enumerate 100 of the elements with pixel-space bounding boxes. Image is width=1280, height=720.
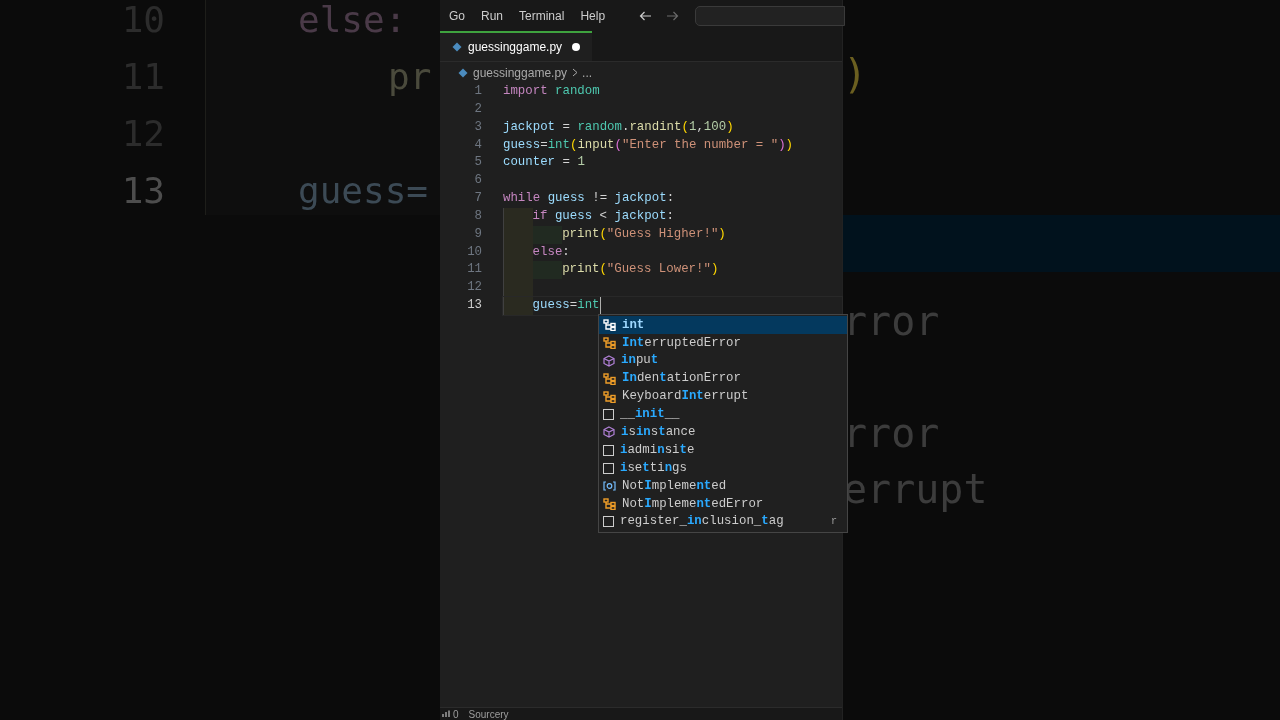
code-token: ( (614, 136, 622, 154)
code-token: ( (599, 225, 607, 243)
code-token: jackpot (614, 207, 667, 225)
code-token: ) (778, 136, 786, 154)
code-token: guess (503, 136, 541, 154)
code-token: "Guess Lower!" (606, 261, 711, 279)
menu-item[interactable]: Run (481, 6, 504, 25)
suggestion-item[interactable]: input (599, 351, 847, 370)
menu-item[interactable]: Terminal (519, 6, 565, 25)
code-token: import (503, 83, 549, 100)
line-number: 6 (474, 172, 482, 190)
suggestion-item[interactable]: register_inclusion_tag r (599, 512, 847, 531)
suggestion-item[interactable]: iadminsite (599, 441, 847, 460)
suggestion-item[interactable]: IndentationError (599, 369, 847, 388)
square-icon (603, 462, 614, 474)
code-token: ) (726, 118, 734, 136)
code-token: int (547, 136, 570, 154)
code-token: jackpot (614, 190, 667, 208)
code-token: ( (599, 261, 607, 279)
cube-icon (603, 354, 615, 367)
square-icon (603, 408, 614, 420)
code-token: ( (569, 136, 578, 154)
code-token: < (598, 207, 608, 225)
code-token: int (577, 297, 600, 315)
line-number: 13 (467, 297, 482, 315)
suggestion-item[interactable]: KeyboardInterrupt (599, 387, 847, 406)
suggestion-item[interactable]: isinstance (599, 423, 847, 442)
code-token: : (666, 190, 675, 208)
suggestion-item[interactable]: isettings (599, 459, 847, 477)
code-token: if (532, 207, 549, 225)
cube-icon (603, 426, 615, 439)
code-token: = (561, 118, 571, 136)
code-token: , (696, 118, 704, 136)
line-number: 7 (474, 190, 482, 208)
menu-item[interactable]: Help (580, 6, 606, 25)
square-icon (603, 516, 614, 528)
suggestion-detail: r (831, 515, 837, 530)
class-icon (603, 336, 616, 349)
code-token: "Guess Higher!" (606, 225, 719, 243)
indent-highlight (503, 297, 533, 315)
code-text: else: (298, 0, 407, 40)
line-number: 1 (474, 83, 482, 100)
code-token: : (562, 243, 570, 261)
status-count: 0 (453, 707, 459, 720)
code-token: ) (718, 225, 726, 243)
line-number: 11 (467, 261, 482, 279)
suggestion-item[interactable]: int (599, 316, 847, 334)
code-token: random (577, 118, 622, 136)
signal-icon (442, 710, 450, 718)
forward-arrow-icon[interactable] (666, 10, 680, 21)
code-text: ) (843, 51, 868, 97)
code-token: guess (554, 207, 593, 225)
suggestion-item[interactable]: NotImplemented (599, 477, 847, 495)
line-number: 5 (474, 154, 482, 172)
line-number: 8 (474, 207, 482, 225)
menu-item[interactable]: Go (449, 6, 465, 25)
code-token: 1 (688, 118, 697, 136)
suggestion-item[interactable]: InterruptedError (599, 333, 847, 352)
line-number: 2 (474, 100, 482, 118)
breadcrumb-item[interactable]: guessinggame.py (473, 63, 568, 82)
python-file-icon (458, 67, 468, 78)
line-number: 13 (121, 170, 165, 211)
code-token: ) (785, 136, 794, 154)
code-token: guess (547, 190, 585, 208)
line-number: 10 (467, 243, 482, 261)
code-token: = (569, 297, 578, 315)
code-token: input (577, 136, 615, 154)
code-token: randint (629, 118, 682, 136)
code-token: while (503, 190, 542, 208)
class-icon (603, 390, 616, 403)
line-number: 3 (474, 118, 482, 136)
class-icon (603, 497, 616, 510)
line-number: 4 (474, 136, 482, 154)
code-token: print (562, 225, 600, 243)
code-token: jackpot (503, 118, 556, 136)
search-field[interactable] (695, 5, 845, 26)
line-number: 12 (467, 279, 482, 297)
back-arrow-icon[interactable] (639, 10, 653, 21)
code-token: else (532, 243, 563, 261)
suggestion-item[interactable]: __init__ (599, 405, 847, 424)
python-file-icon (452, 42, 462, 52)
breadcrumb-item[interactable]: ... (582, 63, 593, 82)
code-token: counter (503, 154, 556, 172)
code-token: . (622, 118, 630, 136)
code-token: print (562, 261, 600, 279)
code-token: != (591, 190, 609, 208)
code-token: guess (532, 297, 570, 315)
code-token: = (540, 136, 548, 154)
code-token: ) (710, 261, 719, 279)
code-token: random (555, 83, 600, 100)
class-icon (603, 372, 616, 385)
code-token: = (561, 154, 571, 172)
code-token: ( (681, 118, 689, 136)
square-icon (603, 444, 614, 456)
suggestion-item[interactable]: NotImplementedError (599, 494, 847, 513)
status-item[interactable]: Sourcery (468, 706, 509, 720)
line-number: 9 (474, 225, 482, 243)
editor-tab[interactable]: guessinggame.py (440, 31, 592, 61)
code-token: "Enter the number = " (622, 136, 779, 154)
code-token: 100 (703, 118, 727, 136)
